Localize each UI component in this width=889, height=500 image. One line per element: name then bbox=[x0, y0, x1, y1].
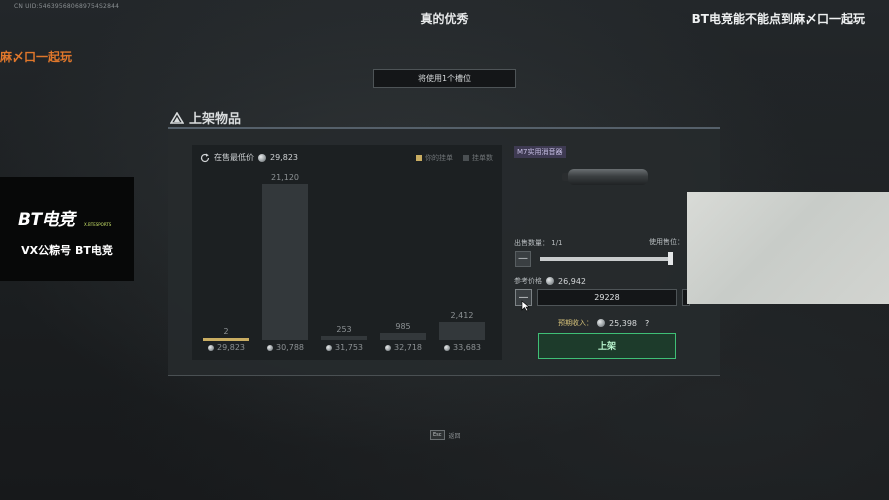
minus-icon: — bbox=[518, 253, 528, 264]
use-slot-label: 使用售位： bbox=[649, 238, 684, 246]
bar-price-label: 30,788 bbox=[267, 343, 327, 352]
coin-icon bbox=[267, 344, 273, 351]
bar-price-label: 31,753 bbox=[326, 343, 386, 352]
bar-price-value: 32,718 bbox=[394, 343, 422, 352]
esc-key: Esc bbox=[430, 430, 445, 440]
bt-logo-text: BT电竞 bbox=[18, 210, 75, 230]
chart-bar bbox=[321, 336, 367, 340]
sell-quantity-label: 出售数量： bbox=[514, 239, 549, 247]
reference-price-value: 26,942 bbox=[558, 276, 586, 286]
bar-price-label: 29,823 bbox=[208, 343, 268, 352]
bar-count-label: 2,412 bbox=[450, 311, 474, 320]
blurred-webcam-overlay bbox=[687, 192, 889, 304]
bar-count-label: 985 bbox=[395, 322, 411, 331]
bar-count-label: 253 bbox=[336, 325, 352, 334]
chart-bar bbox=[439, 322, 485, 340]
chart-bar bbox=[380, 333, 426, 340]
bar-price-label: 32,718 bbox=[385, 343, 445, 352]
item-name-tag: M7实用消音器 bbox=[514, 146, 566, 158]
chart-bar bbox=[203, 338, 249, 341]
bt-logo-subtext: X.BTESPORTS bbox=[84, 222, 112, 227]
vx-account-text: VX公粽号 BT电竞 bbox=[21, 244, 113, 257]
bar-price-value: 31,753 bbox=[335, 343, 363, 352]
help-icon[interactable]: ? bbox=[645, 319, 649, 328]
sell-quantity: 出售数量： 1/1 bbox=[514, 238, 563, 248]
bar-price-label: 33,683 bbox=[444, 343, 504, 352]
chart-bar bbox=[262, 184, 308, 340]
bar-price-value: 29,823 bbox=[217, 343, 245, 352]
expected-income-label: 预期收入： bbox=[558, 319, 593, 327]
bar-count-label: 21,120 bbox=[271, 173, 299, 182]
expected-income: 预期收入： 25,398 ? bbox=[558, 318, 649, 328]
coin-icon bbox=[326, 344, 332, 351]
bar-price-value: 33,683 bbox=[453, 343, 481, 352]
bar-price-value: 30,788 bbox=[276, 343, 304, 352]
decrease-quantity-button[interactable]: — bbox=[515, 251, 531, 267]
quantity-slider-fill bbox=[540, 257, 672, 261]
sell-quantity-value: 1/1 bbox=[551, 239, 563, 247]
coin-icon bbox=[546, 277, 554, 285]
coin-icon bbox=[597, 319, 605, 327]
price-input[interactable] bbox=[537, 289, 677, 306]
coin-icon bbox=[385, 344, 391, 351]
back-label: 返回 bbox=[448, 432, 461, 440]
quantity-slider-handle[interactable] bbox=[668, 252, 673, 265]
suppressor-image bbox=[562, 169, 648, 185]
coin-icon bbox=[208, 344, 214, 351]
reference-price: 参考价格 26,942 bbox=[514, 276, 586, 286]
reference-price-label: 参考价格 bbox=[514, 277, 542, 285]
mouse-cursor-icon bbox=[521, 300, 530, 312]
back-hint[interactable]: Esc 返回 bbox=[430, 430, 461, 440]
list-item-button[interactable]: 上架 bbox=[538, 333, 676, 359]
coin-icon bbox=[444, 344, 450, 351]
expected-income-value: 25,398 bbox=[609, 318, 637, 328]
bar-count-label: 2 bbox=[223, 327, 229, 336]
